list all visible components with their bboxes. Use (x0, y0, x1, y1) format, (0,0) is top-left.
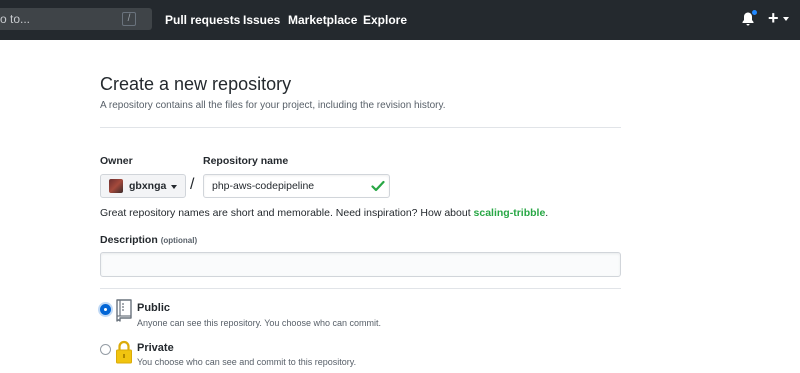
description-input[interactable] (100, 252, 621, 277)
page-title: Create a new repository (100, 74, 292, 94)
search-input[interactable]: o to... / (0, 8, 152, 30)
description-divider (100, 288, 621, 289)
repository-name-label: Repository name (203, 155, 289, 167)
name-suggestion-link[interactable]: scaling-tribble (474, 207, 546, 219)
public-title: Public (137, 302, 171, 314)
lock-icon (116, 340, 132, 364)
owner-name: gbxnga (129, 180, 167, 192)
optional-tag: (optional) (160, 236, 198, 245)
hint-text: Great repository names are short and mem… (100, 207, 474, 219)
nav-marketplace[interactable]: Marketplace (288, 13, 357, 27)
private-radio[interactable] (100, 344, 111, 355)
chevron-down-icon (171, 185, 177, 189)
private-description: You choose who can see and commit to thi… (137, 357, 357, 367)
owner-label: Owner (100, 155, 133, 167)
repository-name-hint: Great repository names are short and mem… (100, 207, 548, 219)
create-new-plus-icon[interactable]: + (768, 9, 779, 27)
nav-explore[interactable]: Explore (363, 13, 407, 27)
nav-issues[interactable]: Issues (243, 13, 280, 27)
search-placeholder: o to... (0, 12, 31, 26)
repository-name-input[interactable]: php-aws-codepipeline (203, 174, 390, 198)
create-new-caret-icon[interactable] (783, 17, 789, 21)
public-description: Anyone can see this repository. You choo… (137, 318, 381, 328)
notification-indicator (751, 9, 758, 16)
description-label: Description (optional) (100, 234, 197, 246)
public-radio[interactable] (100, 304, 111, 315)
page-subtitle: A repository contains all the files for … (100, 100, 446, 111)
heading-divider (100, 127, 621, 128)
top-navbar: o to... / Pull requests Issues Marketpla… (0, 0, 800, 40)
check-icon (371, 180, 385, 192)
repository-name-value: php-aws-codepipeline (212, 180, 315, 192)
private-title: Private (137, 342, 174, 354)
hint-end: . (545, 207, 549, 219)
avatar (109, 179, 123, 193)
owner-repo-separator: / (190, 176, 195, 193)
nav-pull-requests[interactable]: Pull requests (165, 13, 240, 27)
repo-book-icon (116, 299, 132, 322)
description-label-text: Description (100, 234, 158, 246)
owner-dropdown[interactable]: gbxnga (100, 174, 186, 198)
search-shortcut-key: / (122, 12, 136, 26)
